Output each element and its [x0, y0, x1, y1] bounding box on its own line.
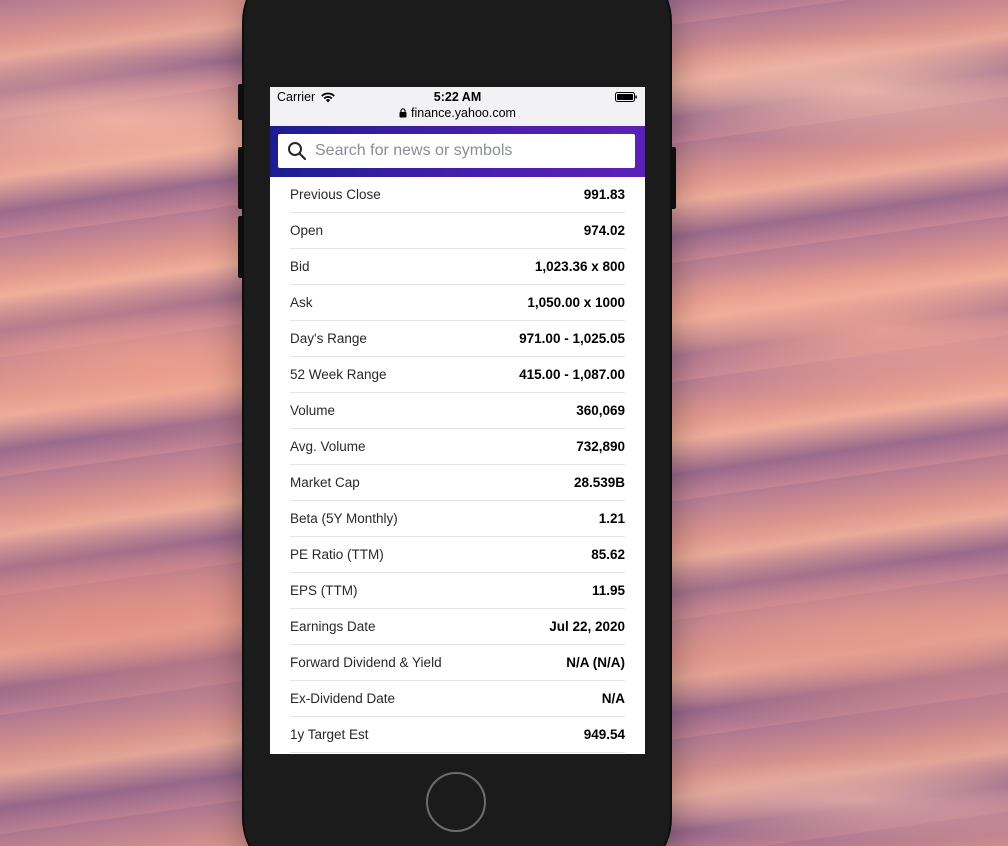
- quote-statistics-table: Previous Close 991.83 Open 974.02 Bid 1,023.3…: [290, 177, 625, 753]
- stat-label: Forward Dividend & Yield: [290, 655, 442, 670]
- stat-label: Volume: [290, 403, 336, 418]
- stat-value: 11.95: [591, 583, 625, 598]
- stat-value: 415.00 - 1,087.00: [519, 367, 625, 382]
- stat-label: Market Cap: [290, 475, 360, 490]
- stat-row: Forward Dividend & Yield N/A (N/A): [290, 645, 625, 681]
- stat-row: Day's Range 971.00 - 1,025.05: [290, 321, 625, 357]
- stat-label: Previous Close: [290, 187, 381, 202]
- stat-value: 1,050.00 x 1000: [527, 295, 625, 310]
- stat-row: EPS (TTM) 11.95: [290, 573, 625, 609]
- stat-value: N/A (N/A): [566, 655, 625, 670]
- stat-label: Beta (5Y Monthly): [290, 511, 398, 526]
- stat-row: 1y Target Est 949.54: [290, 717, 625, 753]
- stat-value: 971.00 - 1,025.05: [519, 331, 625, 346]
- stat-row: Ask 1,050.00 x 1000: [290, 285, 625, 321]
- stat-row: Beta (5Y Monthly) 1.21: [290, 501, 625, 537]
- stat-label: Ask: [290, 295, 313, 310]
- stat-row: PE Ratio (TTM) 85.62: [290, 537, 625, 573]
- stat-row: 52 Week Range 415.00 - 1,087.00: [290, 357, 625, 393]
- stat-label: Ex-Dividend Date: [290, 691, 396, 706]
- lock-icon: [399, 108, 407, 118]
- stat-label: 1y Target Est: [290, 727, 369, 742]
- stat-label: 52 Week Range: [290, 367, 387, 382]
- home-button[interactable]: [426, 772, 486, 832]
- stat-row: Volume 360,069: [290, 393, 625, 429]
- stat-row: Open 974.02: [290, 213, 625, 249]
- stat-label: EPS (TTM): [290, 583, 358, 598]
- search-box[interactable]: [278, 134, 635, 168]
- stat-value: 949.54: [583, 727, 625, 742]
- stat-row: Avg. Volume 732,890: [290, 429, 625, 465]
- stat-value: 85.62: [591, 547, 625, 562]
- phone-screen: Carrier 5:22 AM finance.yahoo.com Search…: [270, 87, 645, 754]
- stat-label: Open: [290, 223, 324, 238]
- stat-label: Bid: [290, 259, 310, 274]
- stat-value: 974.02: [583, 223, 625, 238]
- stat-row: Earnings Date Jul 22, 2020: [290, 609, 625, 645]
- stat-row: Bid 1,023.36 x 800: [290, 249, 625, 285]
- stat-value: 1.21: [598, 511, 625, 526]
- status-bar: Carrier 5:22 AM finance.yahoo.com: [270, 87, 645, 126]
- status-time: 5:22 AM: [433, 90, 482, 104]
- address-bar[interactable]: finance.yahoo.com: [270, 106, 645, 120]
- stat-value: 1,023.36 x 800: [534, 259, 625, 274]
- search-input[interactable]: [315, 142, 615, 160]
- stat-value: Jul 22, 2020: [549, 619, 625, 634]
- battery-icon: [615, 92, 637, 102]
- stat-row: Ex-Dividend Date N/A: [290, 681, 625, 717]
- stat-value: 360,069: [576, 403, 625, 418]
- power-button: [670, 147, 676, 209]
- stat-row: Market Cap 28.539B: [290, 465, 625, 501]
- url-text: finance.yahoo.com: [411, 106, 516, 120]
- search-icon: [288, 142, 307, 161]
- stat-value: 991.83: [583, 187, 625, 202]
- stat-value: 732,890: [576, 439, 625, 454]
- stat-label: Earnings Date: [290, 619, 376, 634]
- stat-label: Avg. Volume: [290, 439, 366, 454]
- stat-value: N/A: [601, 691, 625, 706]
- stat-row: Previous Close 991.83: [290, 177, 625, 213]
- stat-label: PE Ratio (TTM): [290, 547, 384, 562]
- stat-label: Day's Range: [290, 331, 367, 346]
- yahoo-finance-header: [270, 126, 645, 177]
- stat-value: 28.539B: [573, 475, 625, 490]
